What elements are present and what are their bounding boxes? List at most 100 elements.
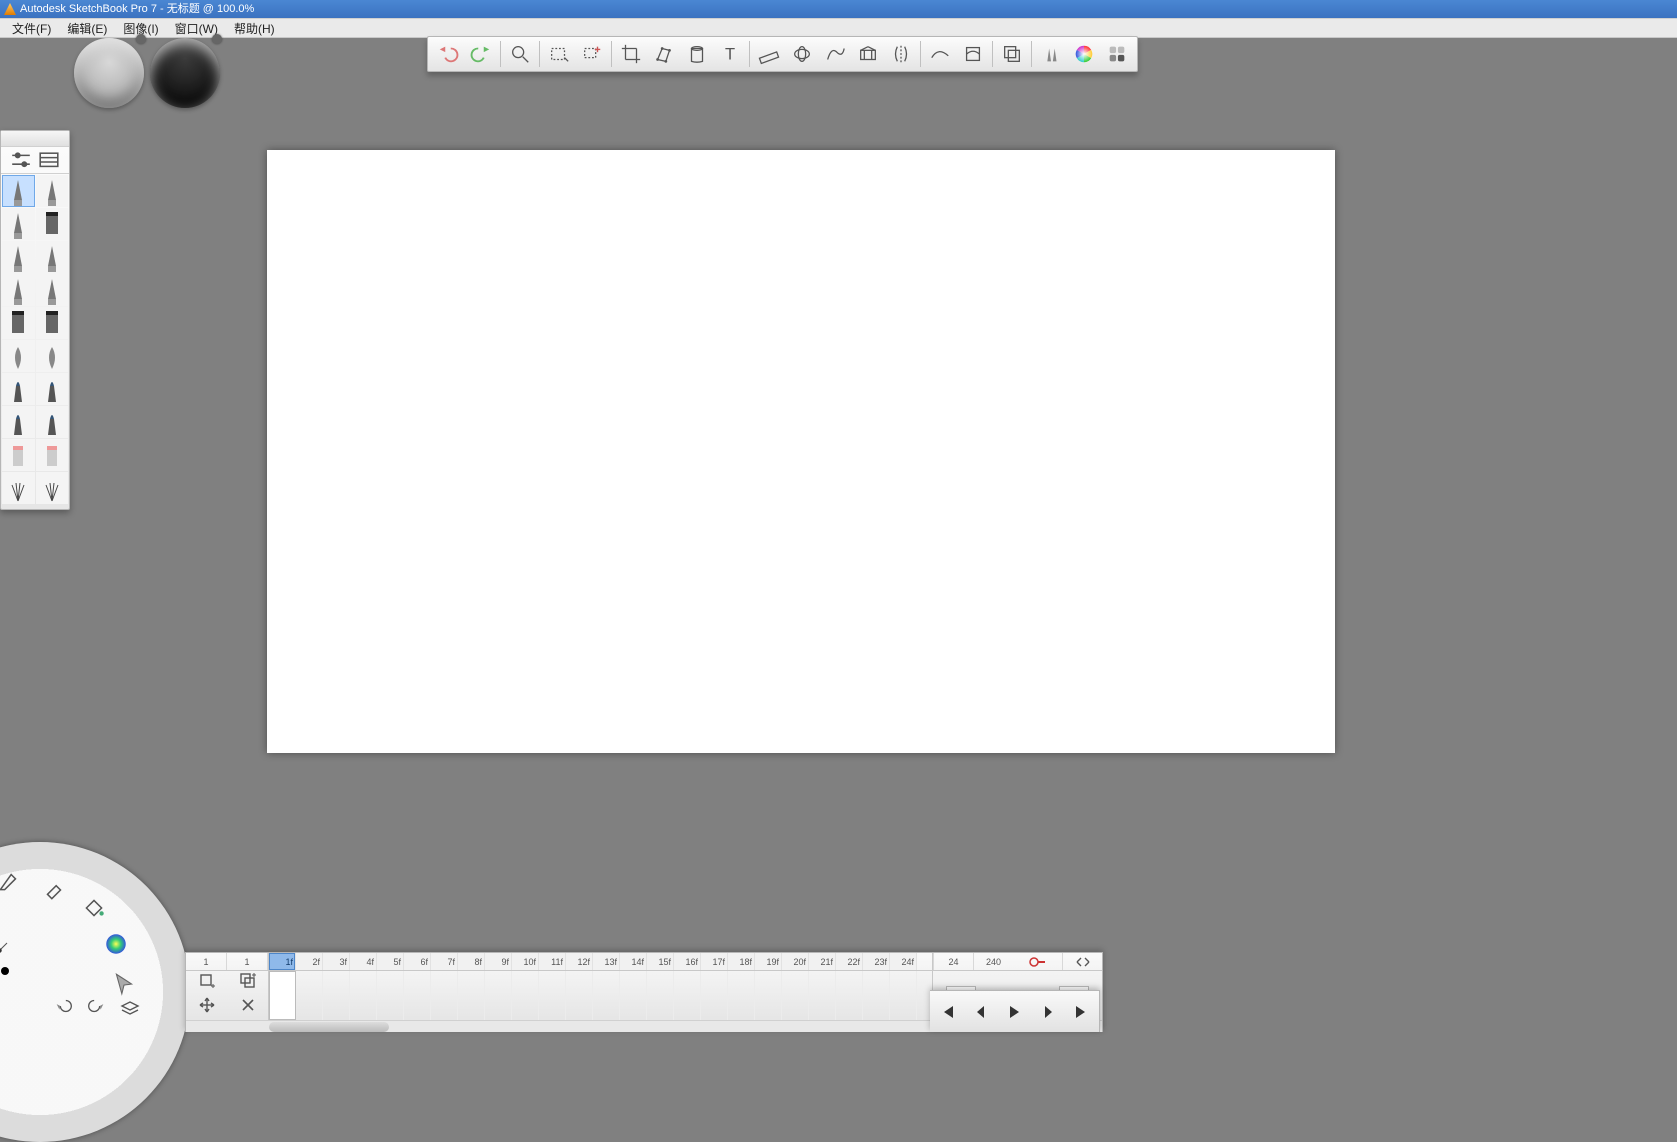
symmetry-icon[interactable] bbox=[885, 39, 917, 69]
undo-icon[interactable] bbox=[432, 39, 464, 69]
fb-keyframe-icon[interactable] bbox=[1013, 953, 1062, 970]
select-rect-icon[interactable] bbox=[543, 39, 575, 69]
fb-frame-22f[interactable] bbox=[836, 971, 863, 1020]
fb-tick-1f[interactable]: 1f bbox=[269, 953, 296, 970]
fb-tick-23f[interactable]: 23f bbox=[863, 953, 890, 970]
fb-tick-18f[interactable]: 18f bbox=[728, 953, 755, 970]
fb-tick-9f[interactable]: 9f bbox=[485, 953, 512, 970]
fb-range-total[interactable]: 240 bbox=[973, 953, 1013, 970]
fb-tick-8f[interactable]: 8f bbox=[458, 953, 485, 970]
fb-tick-22f[interactable]: 22f bbox=[836, 953, 863, 970]
copic-icon[interactable] bbox=[1101, 39, 1133, 69]
fb-frame-5f[interactable] bbox=[377, 971, 404, 1020]
fb-frame-12f[interactable] bbox=[566, 971, 593, 1020]
fb-tick-5f[interactable]: 5f bbox=[377, 953, 404, 970]
fb-frame-7f[interactable] bbox=[431, 971, 458, 1020]
brush-fan[interactable] bbox=[36, 472, 69, 504]
brush-palette[interactable] bbox=[0, 130, 70, 510]
brush-marker-hard[interactable] bbox=[36, 208, 69, 240]
brush-splatter[interactable] bbox=[2, 472, 35, 504]
fb-frame-13f[interactable] bbox=[593, 971, 620, 1020]
select-add-icon[interactable] bbox=[576, 39, 608, 69]
fb-frame-18f[interactable] bbox=[728, 971, 755, 1020]
fb-tick-13f[interactable]: 13f bbox=[593, 953, 620, 970]
french-curve-icon[interactable] bbox=[819, 39, 851, 69]
fb-frame-16f[interactable] bbox=[674, 971, 701, 1020]
brush-chisel[interactable] bbox=[2, 208, 35, 240]
fb-tick-14f[interactable]: 14f bbox=[620, 953, 647, 970]
go-start-icon[interactable] bbox=[934, 999, 960, 1025]
perspective-icon[interactable] bbox=[852, 39, 884, 69]
brush-smudge[interactable] bbox=[2, 406, 35, 438]
fb-tick-21f[interactable]: 21f bbox=[809, 953, 836, 970]
lagoon-brush-icon[interactable] bbox=[0, 867, 23, 895]
fb-tick-11f[interactable]: 11f bbox=[539, 953, 566, 970]
fb-frame-3f[interactable] bbox=[323, 971, 350, 1020]
fb-range-end[interactable]: 24 bbox=[933, 953, 973, 970]
fb-frame-15f[interactable] bbox=[647, 971, 674, 1020]
fb-delete-icon[interactable] bbox=[240, 997, 256, 1018]
fb-frame-6f[interactable] bbox=[404, 971, 431, 1020]
fb-frame-1f[interactable] bbox=[269, 971, 296, 1020]
lagoon-bucket-icon[interactable] bbox=[80, 894, 108, 922]
menu-help[interactable]: 帮助(H) bbox=[226, 19, 283, 37]
secondary-color-puck[interactable] bbox=[150, 38, 220, 108]
fb-tick-16f[interactable]: 16f bbox=[674, 953, 701, 970]
lagoon-eraser-icon[interactable] bbox=[40, 876, 68, 904]
lagoon-dot-icon[interactable] bbox=[0, 957, 19, 985]
brush-brush-hard[interactable] bbox=[36, 373, 69, 405]
brush-ink[interactable] bbox=[2, 241, 35, 273]
fb-range-start-2[interactable]: 1 bbox=[227, 953, 268, 970]
brush-airbrush-soft[interactable] bbox=[2, 340, 35, 372]
canvas[interactable] bbox=[267, 150, 1335, 753]
brush-pencil[interactable] bbox=[2, 175, 35, 207]
fb-frame-11f[interactable] bbox=[539, 971, 566, 1020]
fb-dup-layer-icon[interactable] bbox=[239, 972, 257, 995]
lagoon-color-icon[interactable] bbox=[102, 930, 130, 958]
lagoon-menu[interactable] bbox=[0, 842, 190, 1142]
fb-frame-2f[interactable] bbox=[296, 971, 323, 1020]
layers-icon[interactable] bbox=[996, 39, 1028, 69]
brush-eraser-hard[interactable] bbox=[2, 439, 35, 471]
fb-tick-10f[interactable]: 10f bbox=[512, 953, 539, 970]
lagoon-dropper-icon[interactable] bbox=[0, 932, 18, 960]
brush-sliders-icon[interactable] bbox=[10, 151, 32, 169]
fb-frame-21f[interactable] bbox=[809, 971, 836, 1020]
fb-frame-9f[interactable] bbox=[485, 971, 512, 1020]
play-icon[interactable] bbox=[1001, 999, 1027, 1025]
fb-tick-17f[interactable]: 17f bbox=[701, 953, 728, 970]
canvas-icon[interactable] bbox=[681, 39, 713, 69]
fb-frame-10f[interactable] bbox=[512, 971, 539, 1020]
fb-range-start[interactable]: 1 bbox=[186, 953, 227, 970]
brush-grid-icon[interactable] bbox=[38, 151, 60, 169]
brush-lib-icon[interactable] bbox=[1035, 39, 1067, 69]
fb-tick-3f[interactable]: 3f bbox=[323, 953, 350, 970]
predictive-icon[interactable] bbox=[957, 39, 989, 69]
primary-color-puck[interactable] bbox=[74, 38, 144, 108]
fb-frame-17f[interactable] bbox=[701, 971, 728, 1020]
prev-frame-icon[interactable] bbox=[968, 999, 994, 1025]
transform-icon[interactable] bbox=[648, 39, 680, 69]
redo-icon[interactable] bbox=[465, 39, 497, 69]
fb-tick-24f[interactable]: 24f bbox=[890, 953, 917, 970]
brush-brush-soft[interactable] bbox=[2, 373, 35, 405]
brush-ballpoint[interactable] bbox=[2, 274, 35, 306]
fb-add-layer-icon[interactable] bbox=[198, 972, 216, 995]
steady-stroke-icon[interactable] bbox=[924, 39, 956, 69]
zoom-icon[interactable] bbox=[504, 39, 536, 69]
crop-icon[interactable] bbox=[615, 39, 647, 69]
lagoon-layers-icon[interactable] bbox=[116, 994, 144, 1022]
fb-frame-4f[interactable] bbox=[350, 971, 377, 1020]
fb-frame-24f[interactable] bbox=[890, 971, 917, 1020]
fb-tick-6f[interactable]: 6f bbox=[404, 953, 431, 970]
fb-tick-2f[interactable]: 2f bbox=[296, 953, 323, 970]
brush-blur[interactable] bbox=[36, 406, 69, 438]
color-wheel-icon[interactable] bbox=[1068, 39, 1100, 69]
fb-tick-12f[interactable]: 12f bbox=[566, 953, 593, 970]
ellipse-guide-icon[interactable] bbox=[786, 39, 818, 69]
fb-tick-20f[interactable]: 20f bbox=[782, 953, 809, 970]
brush-felt[interactable] bbox=[36, 241, 69, 273]
brush-airbrush-hard[interactable] bbox=[36, 340, 69, 372]
ruler-icon[interactable] bbox=[753, 39, 785, 69]
brush-marker-2[interactable] bbox=[36, 307, 69, 339]
